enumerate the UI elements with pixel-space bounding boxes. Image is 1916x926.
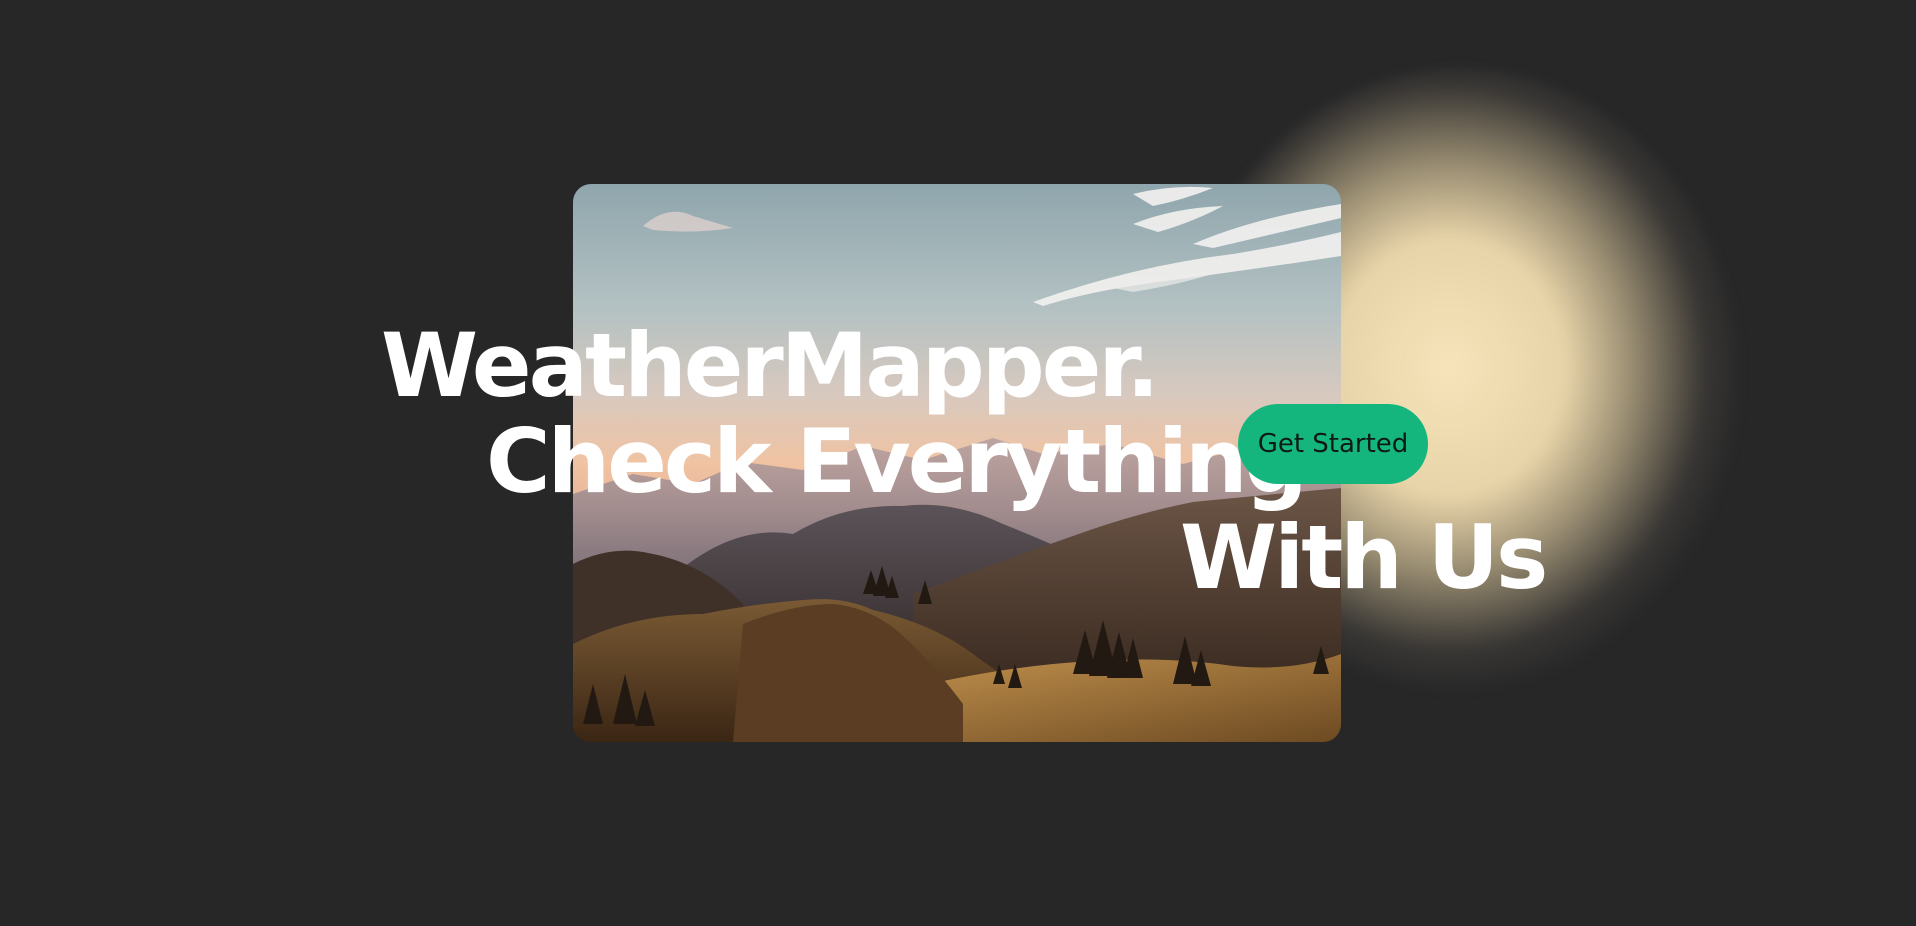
headline-line-1: WeatherMapper. — [381, 314, 1160, 417]
headline-line-3: With Us — [1180, 506, 1548, 609]
landing-hero: WeatherMapper. Check Everything With Us … — [0, 0, 1916, 926]
headline-line-2: Check Everything — [486, 410, 1308, 513]
get-started-button[interactable]: Get Started — [1238, 404, 1428, 484]
